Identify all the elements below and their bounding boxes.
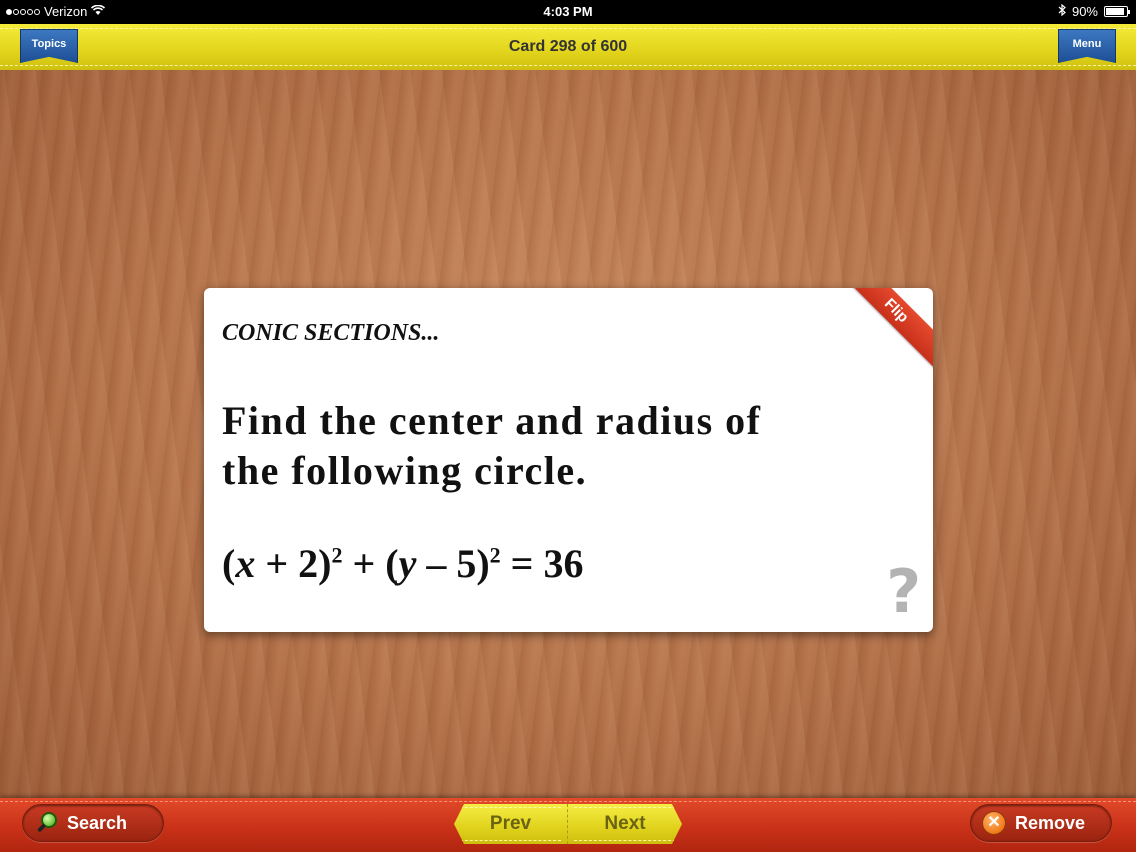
eq-var-x: x xyxy=(235,541,256,586)
flashcard[interactable]: CONIC SECTIONS... Find the center and ra… xyxy=(204,288,933,632)
eq-equals: = 36 xyxy=(500,541,584,586)
eq-plus: + ( xyxy=(342,541,399,586)
nav-group: Prev Next xyxy=(454,804,682,844)
menu-button[interactable]: Menu xyxy=(1058,29,1116,63)
status-bar: Verizon 4:03 PM 90% xyxy=(0,0,1136,24)
eq-part-2: – 5) xyxy=(416,541,490,586)
next-label: Next xyxy=(604,813,646,834)
status-right: 90% xyxy=(1058,3,1130,19)
eq-open: ( xyxy=(222,541,236,586)
prev-button[interactable]: Prev xyxy=(454,804,568,844)
flip-button[interactable]: Flip xyxy=(833,288,933,374)
eq-var-y: y xyxy=(398,541,417,586)
remove-button[interactable]: ✕ Remove xyxy=(970,804,1112,842)
card-question: Find the center and radius of the follow… xyxy=(222,396,862,496)
search-button[interactable]: Search xyxy=(22,804,164,842)
question-mark-icon[interactable]: ? xyxy=(886,562,921,622)
card-topic: CONIC SECTIONS... xyxy=(222,320,440,346)
question-line-1: Find the center and radius of xyxy=(222,398,762,443)
eq-exp-2: 2 xyxy=(489,542,501,568)
search-label: Search xyxy=(67,812,128,833)
card-counter: Card 298 of 600 xyxy=(508,38,628,55)
question-line-2: the following circle. xyxy=(222,448,588,493)
top-bar: Topics Card 298 of 600 Menu xyxy=(0,24,1136,70)
magnifier-icon xyxy=(36,812,59,834)
status-time: 4:03 PM xyxy=(543,4,593,19)
battery-icon xyxy=(1104,6,1130,17)
bottom-bar: Search Prev Next ✕ Remove xyxy=(0,798,1136,852)
card-equation: (x + 2)2 + (y – 5)2 = 36 xyxy=(222,540,583,587)
next-button[interactable]: Next xyxy=(568,804,682,844)
prev-label: Prev xyxy=(489,813,532,834)
battery-percent: 90% xyxy=(1071,4,1098,19)
eq-part: + 2) xyxy=(255,541,332,586)
close-icon: ✕ xyxy=(983,812,1005,834)
eq-exp-1: 2 xyxy=(331,542,343,568)
bluetooth-icon xyxy=(1058,3,1066,19)
remove-label: Remove xyxy=(1015,812,1086,833)
